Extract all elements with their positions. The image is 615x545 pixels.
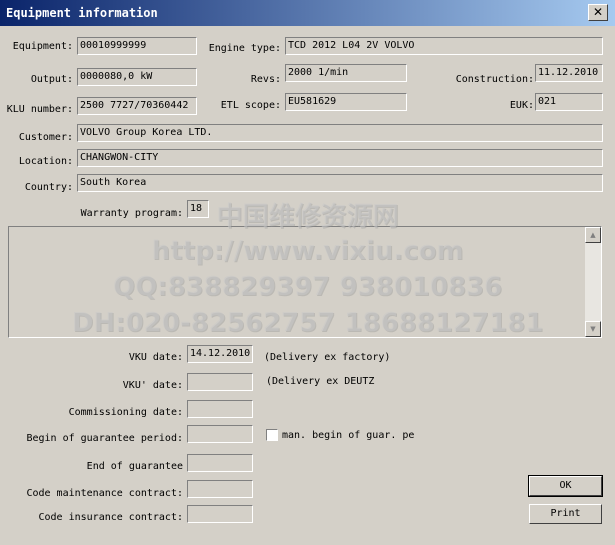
customer-label: Customer:: [18, 132, 73, 143]
revs-field[interactable]: 2000 1/min: [285, 64, 407, 82]
engine-type-label: Engine type:: [208, 43, 281, 54]
revs-label: Revs:: [250, 74, 281, 85]
vku2-date-field[interactable]: [187, 373, 253, 391]
country-field[interactable]: South Korea: [77, 174, 603, 192]
equipment-field[interactable]: 00010999999: [77, 37, 197, 55]
klu-number-label: KLU number:: [6, 104, 73, 115]
arrow-up-icon[interactable]: ▲: [585, 227, 601, 243]
code-maintenance-field[interactable]: [187, 480, 253, 498]
etl-scope-label: ETL scope:: [220, 100, 281, 111]
commissioning-date-label: Commissioning date:: [68, 407, 183, 418]
euk-label: EUK:: [509, 100, 534, 111]
engine-type-field[interactable]: TCD 2012 L04 2V VOLVO: [285, 37, 603, 55]
code-maintenance-label: Code maintenance contract:: [26, 488, 183, 499]
etl-scope-field[interactable]: EU581629: [285, 93, 407, 111]
window-title: Equipment information: [6, 6, 158, 20]
country-label: Country:: [24, 182, 73, 193]
output-label: Output:: [30, 74, 73, 85]
construction-label: Construction:: [455, 74, 534, 85]
delivery-deutz-note: (Delivery ex DEUTZ: [266, 376, 375, 387]
warranty-program-label: Warranty program:: [80, 208, 183, 219]
euk-field[interactable]: 021: [535, 93, 603, 111]
title-bar: Equipment information ✕: [0, 0, 615, 26]
customer-field[interactable]: VOLVO Group Korea LTD.: [77, 124, 603, 142]
man-begin-checkbox[interactable]: [266, 429, 278, 441]
ok-button[interactable]: OK: [528, 475, 603, 497]
arrow-down-icon[interactable]: ▼: [585, 321, 601, 337]
location-label: Location:: [18, 156, 73, 167]
close-icon[interactable]: ✕: [588, 4, 608, 21]
begin-guarantee-field[interactable]: [187, 425, 253, 443]
delivery-factory-note: (Delivery ex factory): [264, 352, 391, 363]
equipment-label: Equipment:: [12, 41, 73, 52]
end-guarantee-label: End of guarantee: [86, 461, 183, 472]
klu-number-field[interactable]: 2500 7727/70360442: [77, 97, 197, 115]
commissioning-date-field[interactable]: [187, 400, 253, 418]
notes-memo[interactable]: ▲ ▼: [8, 226, 602, 338]
construction-field[interactable]: 11.12.2010: [535, 64, 603, 82]
output-field[interactable]: 0000080,0 kW: [77, 68, 197, 86]
vku-date-label: VKU date:: [128, 352, 183, 363]
man-begin-label: man. begin of guar. pe: [282, 430, 415, 441]
code-insurance-label: Code insurance contract:: [38, 512, 184, 523]
begin-guarantee-label: Begin of guarantee period:: [26, 433, 183, 444]
location-field[interactable]: CHANGWON-CITY: [77, 149, 603, 167]
print-button[interactable]: Print: [529, 504, 602, 524]
warranty-program-field[interactable]: 18: [187, 200, 209, 218]
vku2-date-label: VKU' date:: [122, 380, 183, 391]
memo-scrollbar[interactable]: ▲ ▼: [585, 227, 601, 337]
end-guarantee-field[interactable]: [187, 454, 253, 472]
vku-date-field[interactable]: 14.12.2010: [187, 345, 253, 363]
code-insurance-field[interactable]: [187, 505, 253, 523]
